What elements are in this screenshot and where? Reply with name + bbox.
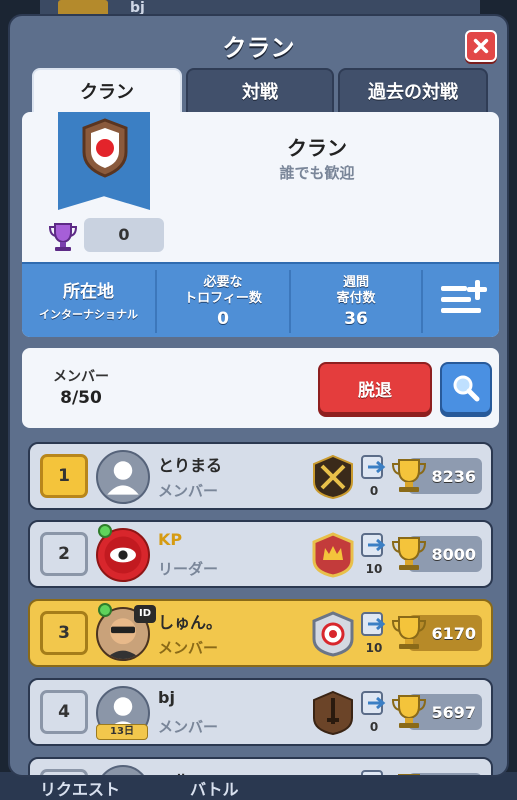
background-tab-battle: バトル [190, 780, 239, 799]
tab-past-war[interactable]: 過去の対戦 [338, 68, 488, 114]
stat-required-label-1: 必要な [203, 274, 243, 290]
stat-weekly-donations: 週間 寄付数 36 [291, 264, 421, 337]
default-avatar-icon [96, 450, 150, 504]
member-name: しゅん。 [158, 613, 223, 632]
online-indicator [98, 524, 112, 538]
league-badge-icon [312, 532, 354, 578]
stat-required-value: 0 [217, 308, 229, 329]
clan-badge-icon [82, 118, 128, 178]
trophy-icon [391, 459, 427, 492]
donation-arrow-icon [361, 455, 386, 479]
member-name: bj [158, 688, 175, 707]
tab-clan[interactable]: クラン [32, 68, 182, 114]
stat-donations-value: 36 [344, 308, 368, 329]
list-add-icon[interactable] [437, 276, 489, 324]
background-tab-request: リクエスト [40, 780, 121, 799]
clan-trophy-icon [48, 223, 78, 251]
trophy-icon [398, 774, 420, 775]
stat-required-label-2: トロフィー数 [184, 290, 262, 306]
id-badge: ID [134, 605, 156, 623]
close-button[interactable] [465, 30, 497, 62]
member-role: メンバー [158, 718, 219, 736]
leave-clan-button[interactable]: 脱退 [318, 362, 432, 414]
member-role: メンバー [158, 639, 219, 657]
member-row[interactable]: 4 13日 bj メンバー 0 5697 [28, 678, 493, 746]
league-badge-icon [313, 690, 353, 736]
member-rank: 4 [40, 690, 88, 734]
member-donations: 0 [369, 484, 379, 498]
close-icon [473, 38, 489, 54]
trophy-icon [391, 616, 427, 649]
trophy-icon [391, 537, 427, 570]
member-rank: 5 [40, 769, 88, 775]
member-label: メンバー [53, 369, 109, 385]
member-row-self[interactable]: 3 ID しゅん。 メンバー 10 6170 [28, 599, 493, 667]
donation-arrow-icon [361, 691, 386, 715]
member-donations: 10 [365, 641, 383, 655]
member-donations: 0 [369, 720, 379, 734]
member-role: メンバー [158, 482, 219, 500]
member-rank: 1 [40, 454, 88, 498]
member-rank: 2 [40, 532, 88, 576]
clan-info-card: 0 クラン 誰でも歓迎 所在地 インターナショナル 必要な トロフィー数 0 週… [22, 112, 499, 337]
clan-type: 誰でも歓迎 [279, 164, 355, 182]
donation-arrow-icon [361, 533, 386, 557]
online-indicator [98, 603, 112, 617]
member-count: 8/50 [60, 388, 102, 408]
member-name: とりまる [158, 456, 223, 475]
tab-war[interactable]: 対戦 [186, 68, 334, 114]
stat-divider [421, 270, 423, 333]
stat-donations-label-2: 寄付数 [336, 290, 376, 306]
member-role: リーダー [158, 560, 219, 578]
default-avatar-icon [96, 765, 150, 775]
search-icon [453, 375, 480, 402]
modal-title: クラン [222, 34, 295, 62]
clan-stats-bar: 所在地 インターナショナル 必要な トロフィー数 0 週間 寄付数 36 [22, 262, 499, 337]
search-button[interactable] [440, 362, 492, 414]
member-name: ヘル [158, 767, 190, 775]
stat-required-trophies: 必要な トロフィー数 0 [157, 264, 289, 337]
trophy-icon [391, 695, 427, 728]
donation-arrow-icon [361, 612, 386, 636]
tab-bar: クラン 対戦 過去の対戦 [32, 68, 488, 114]
clan-modal: クラン クラン 対戦 過去の対戦 0 クラン 誰でも歓迎 所在地 インターナショ… [8, 14, 509, 777]
clan-trophy-count: 0 [84, 218, 164, 252]
member-header: メンバー 8/50 脱退 [22, 348, 499, 428]
member-row[interactable]: 1 とりまる メンバー 0 8236 [28, 442, 493, 510]
league-badge-icon [312, 611, 354, 657]
stat-location-label: 所在地 [63, 281, 114, 302]
member-row[interactable]: 2 KP リーダー 10 8000 [28, 520, 493, 588]
league-badge-icon [313, 454, 353, 500]
stat-location-value: インターナショナル [39, 307, 138, 321]
member-rank: 3 [40, 611, 88, 655]
member-donations: 10 [365, 562, 383, 576]
member-name: KP [158, 530, 183, 549]
donation-arrow-icon [361, 770, 383, 775]
stat-location: 所在地 インターナショナル [22, 264, 155, 337]
member-row[interactable]: 5 ヘル メンバー 4136 [28, 757, 493, 775]
member-days-badge: 13日 [96, 724, 148, 740]
stat-donations-label-1: 週間 [342, 274, 369, 290]
clan-name: クラン [287, 136, 347, 160]
